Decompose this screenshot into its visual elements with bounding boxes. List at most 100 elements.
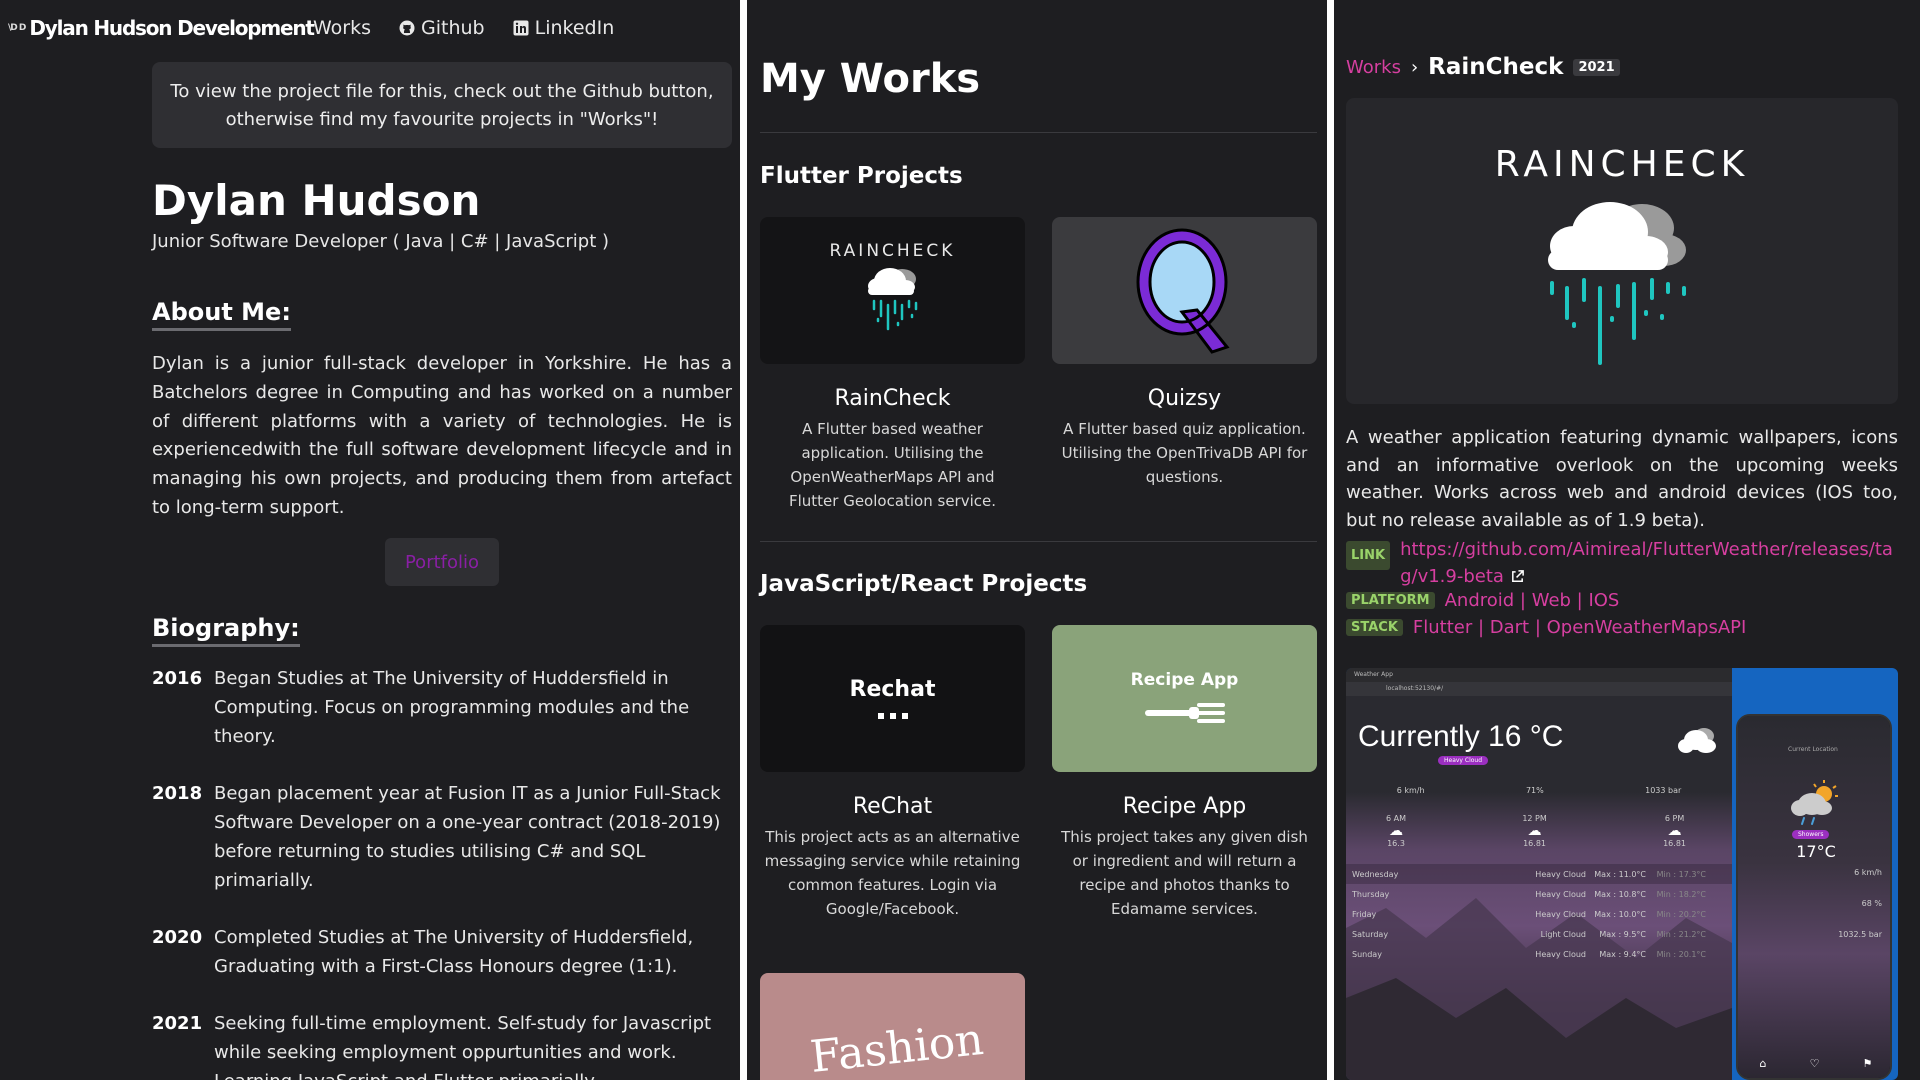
hourly-forecast: 6 AM ☁ 16.3 12 PM ☁ 16.81 6 PM ☁ 16.81 (1386, 814, 1686, 848)
profile-panel: \D D Dylan Hudson Development Works Gith… (0, 0, 740, 1080)
brand[interactable]: \D D Dylan Hudson Development (8, 16, 315, 40)
stat-humidity: 71% (1525, 786, 1544, 795)
divider (760, 541, 1317, 542)
day-row: Thursday Heavy Cloud Max : 10.8°C Min : 18.… (1346, 884, 1732, 904)
linkedin-icon (513, 20, 529, 36)
phone-condition-pill: Showers (1792, 830, 1830, 839)
project-platform-row: PLATFORM Android | Web | IOS (1346, 590, 1619, 611)
bio-item: 2021 Seeking full-time employment. Self-… (152, 1009, 737, 1080)
quizsy-thumbnail[interactable] (1052, 217, 1317, 364)
day-row: Friday Heavy Cloud Max : 10.0°C Min : 20.2°… (1346, 904, 1732, 924)
bio-year: 2018 (152, 783, 203, 804)
flag-icon[interactable]: ⚑ (1863, 1057, 1873, 1070)
breadcrumb-works-link[interactable]: Works (1346, 57, 1401, 78)
hour-temp: 16.81 (1523, 839, 1546, 848)
project-stack-row: STACK Flutter | Dart | OpenWeatherMapsAP… (1346, 617, 1746, 638)
top-nav: \D D Dylan Hudson Development Works Gith… (0, 0, 740, 62)
current-temp: Currently 16 °C (1358, 720, 1564, 753)
heart-icon[interactable]: ♡ (1810, 1057, 1820, 1070)
nav-github-link[interactable]: Github (399, 17, 485, 39)
page-title: Dylan Hudson (152, 176, 481, 225)
divider (760, 132, 1317, 133)
nav-linkedin-link[interactable]: LinkedIn (513, 17, 614, 39)
phone-temp: 17°C (1796, 842, 1836, 861)
bio-year: 2016 (152, 668, 203, 689)
day-min: Min : 20.2°C (1656, 909, 1706, 919)
day-condition: Heavy Cloud (1535, 909, 1586, 919)
link-badge: LINK (1346, 541, 1391, 570)
browser-screenshot: Weather App localhost:52130/#/ Currently… (1346, 668, 1732, 1080)
page-subtitle: Junior Software Developer ( Java | C# | … (152, 231, 610, 252)
day-name: Saturday (1352, 929, 1389, 939)
card-description: A Flutter based quiz application. Utilis… (1061, 420, 1308, 486)
rain-cloud-icon (868, 268, 918, 331)
card-title[interactable]: ReChat (760, 794, 1025, 819)
card-title[interactable]: RainCheck (760, 386, 1025, 411)
day-row: Sunday Heavy Cloud Max : 9.4°C Min : 20.1°C (1346, 944, 1732, 964)
project-link[interactable]: https://github.com/Aimireal/FlutterWeath… (1400, 536, 1900, 590)
day-max: Max : 10.0°C (1594, 909, 1646, 919)
project-link-row: LINK https://github.com/Aimireal/Flutter… (1346, 536, 1906, 590)
project-card-rechat[interactable]: Rechat ReChat This project acts as an al… (760, 625, 1025, 921)
typing-dots-icon (878, 713, 908, 719)
raincheck-thumbnail[interactable]: RAINCHECK (760, 217, 1025, 364)
card-title[interactable]: Quizsy (1052, 386, 1317, 411)
stack-badge: STACK (1346, 619, 1403, 636)
brand-name[interactable]: Dylan Hudson Development (29, 16, 315, 40)
stat-pressure: 1033 bar (1645, 786, 1682, 795)
nav-works-label: Works (313, 17, 372, 39)
bio-item: 2018 Began placement year at Fusion IT a… (152, 779, 737, 895)
brand-logo: \D D (8, 23, 26, 33)
phone-bottom-nav: ⌂ ♡ ⚑ (1738, 1057, 1890, 1070)
stack-value: Flutter | Dart | OpenWeatherMapsAPI (1412, 617, 1747, 638)
biography-heading: Biography: (152, 614, 300, 647)
rechat-thumbnail[interactable]: Rechat (760, 625, 1025, 772)
project-description: A weather application featuring dynamic … (1346, 427, 1898, 531)
nav-works-link[interactable]: Works (313, 17, 371, 39)
external-link-icon[interactable] (1510, 569, 1525, 584)
hour-item: 6 PM ☁ 16.81 (1663, 814, 1686, 848)
day-row: Saturday Light Cloud Max : 9.5°C Min : 21.2… (1346, 924, 1732, 944)
bio-item: 2020 Completed Studies at The University… (152, 923, 737, 981)
cloud-icon: ☁ (1667, 823, 1682, 839)
card-description: This project takes any given dish or ing… (1061, 828, 1308, 918)
project-screenshot: Weather App localhost:52130/#/ Currently… (1346, 668, 1898, 1080)
recipe-thumbnail[interactable]: Recipe App (1052, 625, 1317, 772)
hour-time: 6 PM (1664, 814, 1685, 823)
project-card-raincheck[interactable]: RAINCHECK RainCheck A Flutter based weat… (760, 217, 1025, 513)
cloud-icon (1678, 728, 1716, 753)
quiz-q-icon (1136, 228, 1230, 354)
fashion-thumbnail[interactable]: Fashion (760, 973, 1025, 1080)
day-min: Min : 17.3°C (1656, 869, 1706, 879)
biography-list: 2016 Began Studies at The University of … (152, 664, 737, 1080)
project-card-recipe[interactable]: Recipe App Recipe App This project takes… (1052, 625, 1317, 921)
bio-text: Began Studies at The University of Hudde… (214, 668, 690, 747)
works-title: My Works (760, 56, 981, 102)
project-link-text[interactable]: https://github.com/Aimireal/FlutterWeath… (1400, 539, 1893, 587)
bio-text: Completed Studies at The University of H… (214, 927, 694, 977)
day-min: Min : 21.2°C (1656, 929, 1706, 939)
phone-stat-pressure: 1032.5 bar (1838, 930, 1882, 939)
phone-stat-wind: 6 km/h (1854, 868, 1882, 877)
project-card-quizsy[interactable]: Quizsy A Flutter based quiz application.… (1052, 217, 1317, 489)
bio-text: Seeking full-time employment. Self-study… (214, 1013, 712, 1080)
home-icon[interactable]: ⌂ (1760, 1057, 1767, 1070)
browser-tab: Weather App (1346, 668, 1732, 682)
works-panel: My Works Flutter Projects RAINCHECK Rain… (747, 0, 1327, 1080)
card-description: This project acts as an alternative mess… (764, 828, 1021, 918)
cloud-icon: ☁ (1527, 823, 1542, 839)
day-name: Thursday (1352, 889, 1390, 899)
hour-time: 12 PM (1522, 814, 1547, 823)
card-title[interactable]: Recipe App (1052, 794, 1317, 819)
daily-forecast: Wednesday Heavy Cloud Max : 11.0°C Min : 17… (1346, 864, 1732, 964)
project-card-fashion[interactable]: Fashion (760, 973, 1025, 1080)
hour-temp: 16.81 (1663, 839, 1686, 848)
day-name: Wednesday (1352, 869, 1399, 879)
hour-time: 6 AM (1386, 814, 1407, 823)
bio-year: 2020 (152, 927, 203, 948)
portfolio-button[interactable]: Portfolio (385, 538, 499, 586)
js-heading: JavaScript/React Projects (760, 571, 1088, 597)
about-text: Dylan is a junior full-stack developer i… (152, 353, 732, 518)
phone-stat-humidity: 68 % (1861, 899, 1882, 908)
day-max: Max : 11.0°C (1594, 869, 1646, 879)
